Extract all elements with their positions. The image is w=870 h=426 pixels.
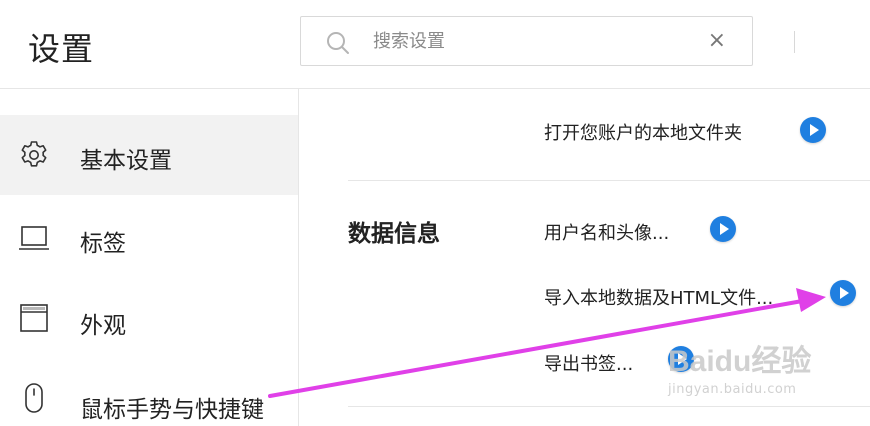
header-divider bbox=[794, 31, 795, 53]
section-divider bbox=[348, 180, 870, 181]
import-data-button[interactable] bbox=[830, 280, 856, 306]
mouse-icon bbox=[25, 383, 43, 413]
watermark: Baidu经验 jingyan.baidu.com bbox=[668, 336, 811, 397]
sidebar-item-mouse-gestures[interactable]: 鼠标手势与快捷键 bbox=[0, 362, 298, 426]
open-local-folder-button[interactable] bbox=[800, 117, 826, 143]
watermark-url: jingyan.baidu.com bbox=[668, 382, 797, 397]
sidebar-item-label: 鼠标手势与快捷键 bbox=[80, 397, 264, 423]
sidebar-item-appearance[interactable]: 外观 bbox=[0, 280, 298, 360]
sidebar-item-label: 基本设置 bbox=[80, 148, 172, 174]
search-input[interactable] bbox=[373, 17, 693, 65]
gear-icon bbox=[21, 141, 47, 167]
sidebar-item-label: 标签 bbox=[80, 231, 126, 257]
clear-search-icon[interactable]: × bbox=[708, 29, 726, 53]
username-avatar-button[interactable] bbox=[710, 216, 736, 242]
data-info-section-title: 数据信息 bbox=[348, 221, 440, 247]
header-separator bbox=[0, 88, 870, 89]
laptop-icon bbox=[19, 226, 49, 250]
sidebar-item-tabs[interactable]: 标签 bbox=[0, 198, 298, 278]
username-avatar-link[interactable]: 用户名和头像... bbox=[544, 219, 669, 245]
page-title: 设置 bbox=[28, 30, 95, 68]
search-icon bbox=[327, 32, 349, 54]
watermark-logo: Baidu经验 bbox=[668, 345, 812, 378]
search-box[interactable]: × bbox=[300, 16, 753, 66]
sidebar-border bbox=[298, 89, 299, 426]
sidebar-item-label: 外观 bbox=[80, 313, 126, 339]
settings-page: 设置 × 基本设置 标签 外观 bbox=[0, 0, 870, 426]
sidebar-item-basic-settings[interactable]: 基本设置 bbox=[0, 115, 298, 195]
export-bookmarks-link[interactable]: 导出书签... bbox=[544, 350, 633, 376]
section-divider bbox=[348, 406, 870, 407]
window-icon bbox=[20, 304, 48, 332]
open-local-folder-link[interactable]: 打开您账户的本地文件夹 bbox=[544, 119, 742, 145]
import-data-link[interactable]: 导入本地数据及HTML文件... bbox=[544, 284, 773, 310]
